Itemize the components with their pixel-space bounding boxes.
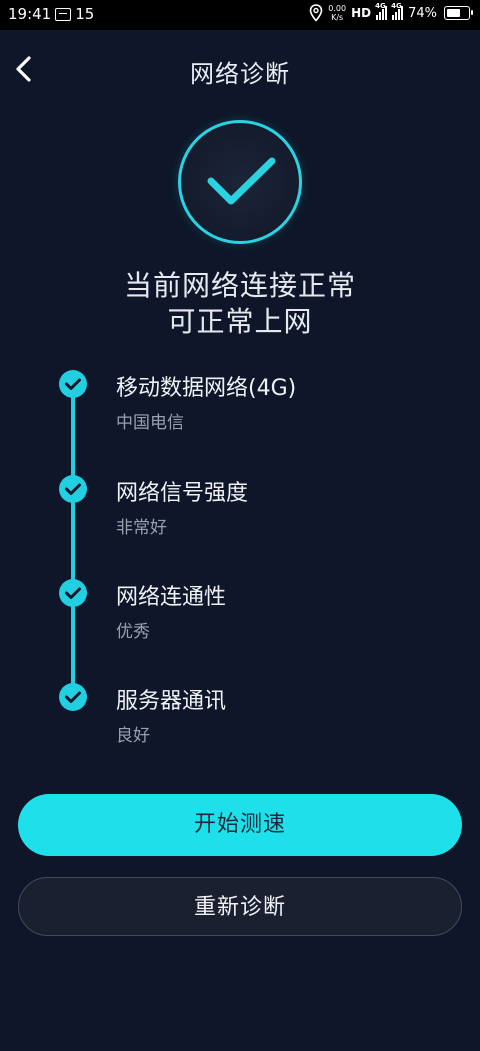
status-bar: 19:41 15 0.00 K/s HD 4G 4G 74% [0, 0, 480, 30]
sim1-network-label: 4G [375, 2, 386, 10]
page-title: 网络诊断 [190, 60, 290, 88]
network-speed-value: 0.00 [328, 4, 347, 13]
status-message-line1: 当前网络连接正常 [123, 269, 356, 302]
step-title: 移动数据网络(4G) [116, 376, 297, 401]
signal-icon-sim1: 4G [375, 2, 388, 20]
battery-icon [444, 6, 473, 20]
battery-percent: 74% [408, 5, 437, 21]
step-value: 非常好 [116, 518, 167, 538]
network-speed-unit: K/s [331, 13, 344, 22]
check-circle-icon [178, 120, 302, 244]
header: 网络诊断 [0, 44, 480, 94]
network-speed: 0.00 K/s [328, 4, 346, 22]
signal-icon-sim2: 4G [391, 2, 404, 20]
status-left: 19:41 15 [8, 5, 94, 23]
diagnostic-step-signal-strength: 网络信号强度 非常好 [0, 475, 480, 555]
status-time: 19:41 [8, 5, 52, 23]
start-speed-test-button[interactable]: 开始测速 [18, 794, 462, 856]
hd-indicator: HD [351, 6, 372, 20]
check-icon [59, 683, 87, 711]
message-icon [55, 7, 72, 21]
check-icon [59, 475, 87, 503]
battery-fill [447, 9, 460, 17]
step-title: 网络连通性 [116, 585, 227, 610]
step-title: 网络信号强度 [116, 481, 249, 506]
step-value: 优秀 [116, 622, 150, 642]
diagnostic-step-connectivity: 网络连通性 优秀 [0, 579, 480, 659]
status-message-line2: 可正常上网 [167, 305, 313, 338]
step-title: 服务器通讯 [116, 689, 227, 714]
check-icon [59, 579, 87, 607]
diagnostic-step-mobile-data: 移动数据网络(4G) 中国电信 [0, 370, 480, 450]
status-right: 0.00 K/s HD 4G 4G 74% [309, 2, 473, 22]
notification-count: 15 [75, 5, 95, 23]
location-icon [309, 4, 323, 22]
sim2-network-label: 4G [391, 2, 402, 10]
check-icon [59, 370, 87, 398]
step-value: 中国电信 [116, 413, 184, 433]
diagnostic-step-server: 服务器通讯 良好 [0, 683, 480, 763]
step-value: 良好 [116, 726, 150, 746]
rediagnose-button[interactable]: 重新诊断 [18, 877, 462, 936]
